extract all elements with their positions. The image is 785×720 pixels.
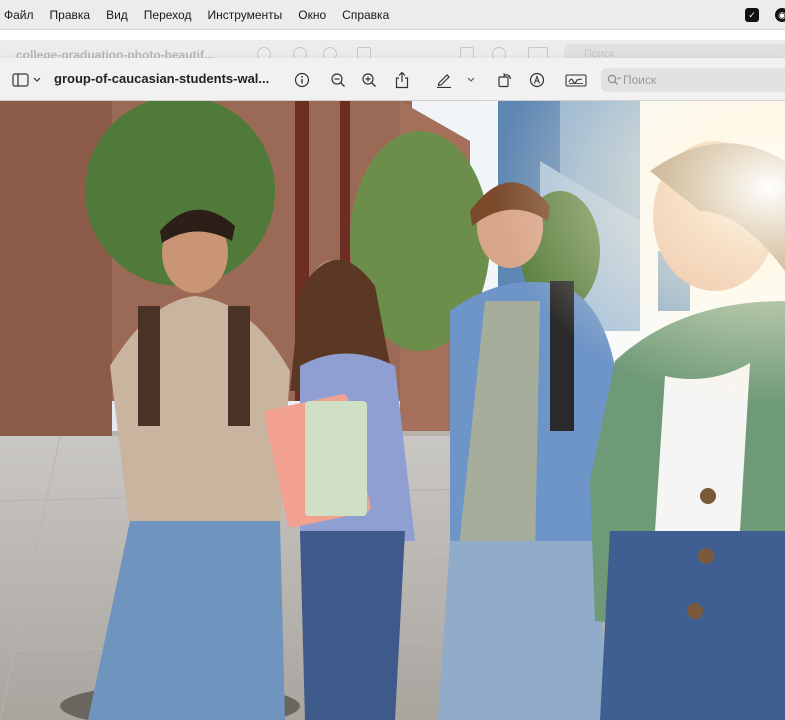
- share-icon: [395, 71, 409, 89]
- search-icon: [607, 74, 621, 85]
- student-group-photo: [0, 101, 785, 720]
- sidebar-toggle-button[interactable]: [11, 70, 43, 90]
- preview-toolbar: group-of-caucasian-students-wal... Поиск: [0, 58, 785, 101]
- search-field[interactable]: Поиск: [601, 68, 785, 92]
- menu-help[interactable]: Справка: [334, 8, 397, 22]
- menu-edit[interactable]: Правка: [42, 8, 99, 22]
- signature-icon: [565, 74, 587, 87]
- annotate-icon: [529, 72, 545, 88]
- share-button[interactable]: [393, 70, 411, 90]
- info-button[interactable]: [293, 70, 311, 90]
- zoom-out-button[interactable]: [329, 70, 347, 90]
- signature-button[interactable]: [564, 70, 588, 90]
- markup-button[interactable]: [434, 70, 454, 90]
- menu-view[interactable]: Вид: [98, 8, 136, 22]
- checkmark-shield-icon[interactable]: ✓: [745, 8, 759, 22]
- annotate-button[interactable]: [528, 70, 546, 90]
- chevron-down-icon: [467, 77, 475, 82]
- markup-options-button[interactable]: [464, 70, 478, 90]
- sidebar-icon: [12, 73, 41, 87]
- image-canvas[interactable]: [0, 101, 785, 720]
- menu-bar: Файл Правка Вид Переход Инструменты Окно…: [0, 0, 785, 30]
- menu-window[interactable]: Окно: [290, 8, 334, 22]
- markup-pen-icon: [437, 74, 451, 88]
- menu-go[interactable]: Переход: [136, 8, 200, 22]
- status-tray: ✓ ◉: [745, 0, 785, 30]
- rotate-icon: [498, 73, 512, 88]
- zoom-in-button[interactable]: [360, 70, 378, 90]
- zoom-in-icon: [362, 73, 376, 87]
- document-title[interactable]: group-of-caucasian-students-wal...: [54, 71, 269, 86]
- menu-file[interactable]: Файл: [0, 8, 42, 22]
- search-placeholder: Поиск: [623, 73, 657, 87]
- menu-tools[interactable]: Инструменты: [199, 8, 290, 22]
- info-icon: [294, 72, 310, 88]
- rotate-button[interactable]: [496, 70, 514, 90]
- app-status-icon[interactable]: ◉: [775, 8, 785, 22]
- zoom-out-icon: [331, 73, 345, 87]
